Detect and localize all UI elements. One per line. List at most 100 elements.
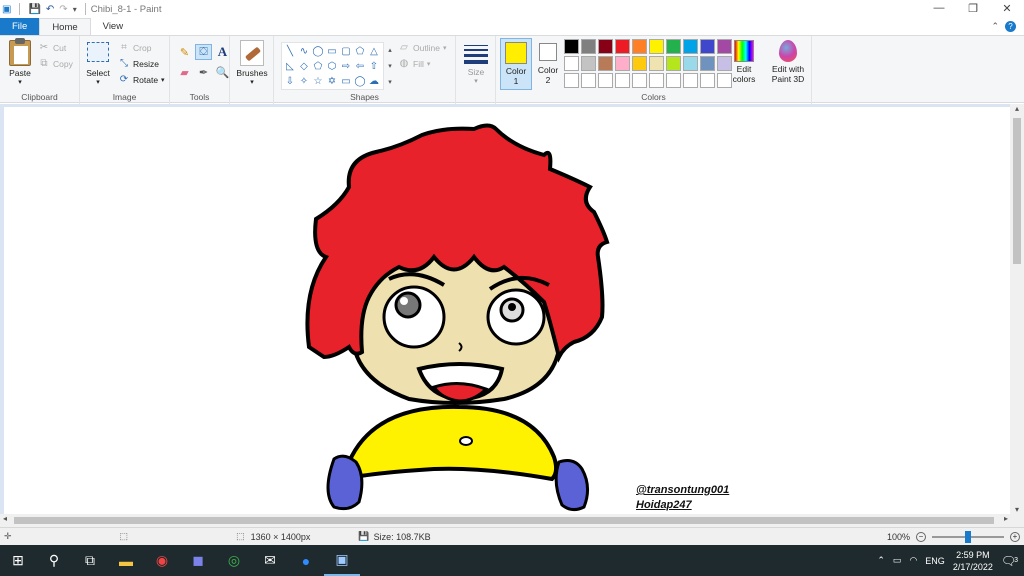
palette-swatch[interactable] [598, 56, 613, 71]
edit-paint3d-button[interactable]: Edit with Paint 3D [766, 40, 810, 84]
shapes-scroll-icon[interactable]: ▴ ▾ ▾ [385, 42, 395, 90]
size-button[interactable]: Size ▾ [462, 42, 490, 85]
tab-view[interactable]: View [91, 18, 135, 35]
fill-bucket-icon[interactable]: ⛋ [195, 44, 212, 60]
collapse-ribbon-icon[interactable]: ⌃ [991, 21, 999, 32]
palette-swatch[interactable] [615, 39, 630, 54]
palette-swatch[interactable] [717, 56, 732, 71]
fill-button[interactable]: ◍ Fill ▾ [398, 56, 446, 72]
scroll-up-icon[interactable]: ▴ [1010, 104, 1024, 113]
palette-swatch[interactable] [598, 39, 613, 54]
paint-taskbar-icon[interactable]: ▣ [324, 545, 360, 576]
search-icon[interactable]: ⚲ [36, 545, 72, 576]
vertical-scrollbar[interactable]: ▴ ▾ [1010, 104, 1024, 514]
scroll-down-icon[interactable]: ▾ [1010, 505, 1024, 514]
zoom-app-icon[interactable]: ● [288, 545, 324, 576]
minimize-button[interactable]: — [922, 0, 956, 16]
palette-swatch[interactable] [581, 73, 596, 88]
brushes-button[interactable]: Brushes ▾ [234, 40, 270, 86]
palette-swatch[interactable] [666, 39, 681, 54]
copy-button[interactable]: ⧉ Copy [38, 56, 72, 72]
palette-swatch[interactable] [649, 39, 664, 54]
drawing-canvas[interactable]: @transontung001 Hoidap247 [4, 107, 1010, 515]
five-point-star-shape-icon[interactable]: ☆ [311, 74, 325, 89]
resize-button[interactable]: ⤡ Resize [118, 56, 165, 72]
scroll-left-icon[interactable]: ◂ [3, 514, 7, 523]
language-indicator[interactable]: ENG [925, 556, 945, 566]
paste-button[interactable]: Paste ▾ [6, 38, 34, 86]
select-button[interactable]: Select ▾ [84, 42, 112, 86]
palette-swatch[interactable] [564, 39, 579, 54]
curve-shape-icon[interactable]: ∿ [297, 44, 311, 59]
polygon-shape-icon[interactable]: ⬠ [353, 44, 367, 59]
palette-swatch[interactable] [683, 39, 698, 54]
zoom-in-button[interactable]: + [1010, 531, 1020, 542]
save-icon[interactable]: 💾 [28, 4, 40, 15]
palette-swatch[interactable] [564, 73, 579, 88]
palette-swatch[interactable] [700, 39, 715, 54]
redo-icon[interactable]: ↷ [59, 4, 67, 15]
close-button[interactable]: ✕ [990, 0, 1024, 16]
down-arrow-shape-icon[interactable]: ⇩ [283, 74, 297, 89]
four-point-star-shape-icon[interactable]: ✧ [297, 74, 311, 89]
hexagon-shape-icon[interactable]: ⬡ [325, 59, 339, 74]
zoom-out-button[interactable]: − [916, 531, 926, 542]
gmail-icon[interactable]: ✉ [252, 545, 288, 576]
scroll-right-icon[interactable]: ▸ [1004, 514, 1008, 523]
palette-swatch[interactable] [581, 56, 596, 71]
chrome-icon[interactable]: ◉ [144, 545, 180, 576]
palette-swatch[interactable] [632, 56, 647, 71]
text-icon[interactable]: A [214, 44, 231, 60]
pentagon-shape-icon[interactable]: ⬠ [311, 59, 325, 74]
zoom-slider-thumb[interactable] [965, 530, 971, 543]
tab-home[interactable]: Home [39, 18, 91, 35]
color2-button[interactable]: Color 2 [534, 38, 562, 85]
battery-icon[interactable]: ▭ [893, 555, 902, 566]
palette-swatch[interactable] [683, 73, 698, 88]
tab-file[interactable]: File [0, 18, 40, 35]
palette-swatch[interactable] [700, 73, 715, 88]
quick-access-dropdown-icon[interactable]: ▾ [73, 5, 77, 14]
vertical-scroll-thumb[interactable] [1013, 118, 1021, 264]
palette-swatch[interactable] [615, 56, 630, 71]
palette-swatch[interactable] [683, 56, 698, 71]
teams-icon[interactable]: ◼ [180, 545, 216, 576]
palette-swatch[interactable] [717, 39, 732, 54]
triangle-shape-icon[interactable]: △ [367, 44, 381, 59]
oval-shape-icon[interactable]: ◯ [311, 44, 325, 59]
palette-swatch[interactable] [717, 73, 732, 88]
zoom-slider[interactable] [932, 530, 1004, 543]
task-view-icon[interactable]: ⧉ [72, 545, 108, 576]
palette-swatch[interactable] [632, 73, 647, 88]
wifi-icon[interactable]: ◠ [909, 555, 917, 566]
rectangle-shape-icon[interactable]: ▭ [325, 44, 339, 59]
palette-swatch[interactable] [615, 73, 630, 88]
palette-swatch[interactable] [666, 73, 681, 88]
palette-swatch[interactable] [666, 56, 681, 71]
cut-button[interactable]: ✂ Cut [38, 40, 73, 56]
outline-button[interactable]: ▱ Outline ▾ [398, 40, 446, 56]
horizontal-scrollbar[interactable]: ◂ ▸ [0, 514, 1024, 527]
file-explorer-icon[interactable]: ▬ [108, 545, 144, 576]
pencil-icon[interactable]: ✎ [176, 44, 193, 60]
cloud-shape-icon[interactable]: ☁ [367, 74, 381, 89]
rotate-button[interactable]: ⟳ Rotate ▾ [118, 72, 165, 88]
callout-rect-shape-icon[interactable]: ▭ [339, 74, 353, 89]
up-arrow-shape-icon[interactable]: ⇧ [367, 59, 381, 74]
right-triangle-shape-icon[interactable]: ◺ [283, 59, 297, 74]
windows-start-icon[interactable]: ⊞ [0, 545, 36, 576]
palette-swatch[interactable] [598, 73, 613, 88]
color1-button[interactable]: Color 1 [500, 38, 532, 90]
palette-swatch[interactable] [581, 39, 596, 54]
crop-button[interactable]: ⌗ Crop [118, 40, 165, 56]
color-picker-icon[interactable]: ✒ [195, 64, 212, 80]
line-shape-icon[interactable]: ╲ [283, 44, 297, 59]
left-arrow-shape-icon[interactable]: ⇦ [353, 59, 367, 74]
callout-oval-shape-icon[interactable]: ◯ [353, 74, 367, 89]
six-point-star-shape-icon[interactable]: ✡ [325, 74, 339, 89]
green-app-icon[interactable]: ◎ [216, 545, 252, 576]
horizontal-scroll-thumb[interactable] [14, 517, 994, 524]
right-arrow-shape-icon[interactable]: ⇨ [339, 59, 353, 74]
diamond-shape-icon[interactable]: ◇ [297, 59, 311, 74]
clock[interactable]: 2:59 PM 2/17/2022 [953, 549, 993, 573]
